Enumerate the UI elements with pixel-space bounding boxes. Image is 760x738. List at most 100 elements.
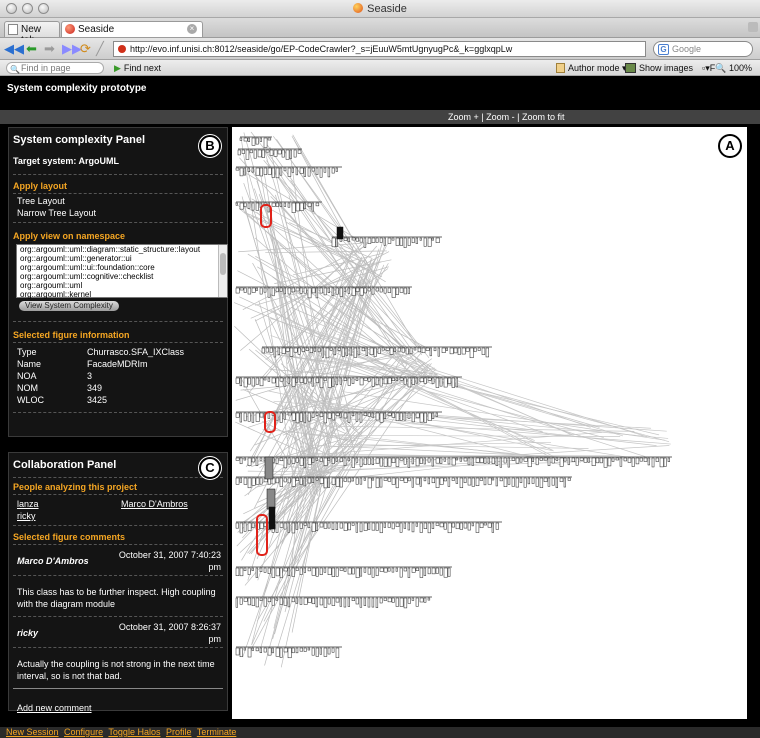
class-node[interactable] xyxy=(315,167,319,175)
class-node[interactable] xyxy=(347,377,351,386)
class-node[interactable] xyxy=(363,457,367,465)
class-node[interactable] xyxy=(327,567,332,575)
class-node[interactable] xyxy=(385,347,390,351)
class-node[interactable] xyxy=(275,377,280,387)
class-node[interactable] xyxy=(611,457,615,462)
class-node[interactable] xyxy=(523,477,527,488)
class-node[interactable] xyxy=(249,149,253,154)
class-node[interactable] xyxy=(279,377,284,382)
class-node[interactable] xyxy=(379,522,383,534)
class-node[interactable] xyxy=(279,412,283,423)
class-node[interactable] xyxy=(475,477,480,486)
class-node[interactable] xyxy=(279,567,283,579)
class-node[interactable] xyxy=(559,457,564,467)
class-node[interactable] xyxy=(443,522,447,530)
class-node[interactable] xyxy=(495,522,499,530)
class-node[interactable] xyxy=(391,597,395,603)
class-node[interactable] xyxy=(281,347,286,354)
class-node[interactable] xyxy=(311,567,316,576)
class-node[interactable] xyxy=(307,477,312,484)
class-node[interactable] xyxy=(253,149,257,159)
class-node[interactable] xyxy=(235,457,240,461)
class-node[interactable] xyxy=(259,377,264,387)
class-node[interactable] xyxy=(559,477,564,482)
class-node[interactable] xyxy=(271,167,275,178)
class-node[interactable] xyxy=(247,522,252,531)
class-node[interactable] xyxy=(299,457,304,466)
class-node[interactable] xyxy=(315,287,319,299)
class-node[interactable] xyxy=(431,522,435,529)
class-node[interactable] xyxy=(335,522,339,530)
class-node[interactable] xyxy=(387,522,391,528)
class-node[interactable] xyxy=(355,412,359,422)
class-node[interactable] xyxy=(265,347,269,353)
class-node[interactable] xyxy=(431,412,435,419)
class-node[interactable] xyxy=(335,567,339,577)
class-node[interactable] xyxy=(379,477,383,488)
class-node[interactable] xyxy=(307,412,311,422)
class-node[interactable] xyxy=(343,287,347,292)
class-node[interactable] xyxy=(293,149,297,158)
class-node[interactable] xyxy=(313,347,317,352)
class-node[interactable] xyxy=(335,457,338,462)
class-node[interactable] xyxy=(373,347,377,357)
class-node[interactable] xyxy=(351,412,355,417)
class-node[interactable] xyxy=(239,137,243,141)
class-node[interactable] xyxy=(439,522,444,528)
class-node[interactable] xyxy=(587,457,590,463)
class-node[interactable] xyxy=(251,377,255,387)
namespace-option[interactable]: org::argouml::uml::cognitive::checklist xyxy=(17,272,227,281)
class-node[interactable] xyxy=(419,597,424,603)
class-node[interactable] xyxy=(331,457,335,464)
class-node[interactable] xyxy=(295,567,299,571)
class-node[interactable] xyxy=(351,522,355,526)
class-node[interactable] xyxy=(403,567,407,572)
class-node[interactable] xyxy=(315,457,319,461)
class-node[interactable] xyxy=(259,597,263,601)
class-node[interactable] xyxy=(299,167,304,174)
class-node[interactable] xyxy=(419,457,423,464)
add-comment-link[interactable]: Add new comment xyxy=(17,703,92,713)
class-node[interactable] xyxy=(343,567,347,572)
class-node[interactable] xyxy=(323,412,328,424)
class-node[interactable] xyxy=(415,597,419,607)
class-node[interactable] xyxy=(375,522,379,531)
class-node[interactable] xyxy=(475,457,480,463)
class-node[interactable] xyxy=(427,522,431,534)
class-node[interactable] xyxy=(457,347,461,355)
class-node[interactable] xyxy=(323,377,327,381)
class-node[interactable] xyxy=(397,347,401,352)
class-node[interactable] xyxy=(485,347,489,358)
class-node[interactable] xyxy=(255,597,259,608)
class-node[interactable] xyxy=(423,522,427,529)
back-arrow-icon[interactable]: ⬅ xyxy=(26,42,37,55)
class-node[interactable] xyxy=(383,412,387,419)
class-node[interactable] xyxy=(359,412,363,423)
class-node[interactable] xyxy=(315,477,319,481)
class-node[interactable] xyxy=(279,202,282,207)
class-node[interactable] xyxy=(603,457,608,468)
class-node[interactable] xyxy=(259,412,264,418)
class-node[interactable] xyxy=(267,137,272,141)
class-node[interactable] xyxy=(359,522,363,533)
class-node[interactable] xyxy=(279,647,283,658)
class-node[interactable] xyxy=(339,457,343,463)
class-node[interactable] xyxy=(433,347,437,352)
find-next-button[interactable]: ▶ Find next xyxy=(114,62,161,74)
class-node[interactable] xyxy=(531,457,535,462)
class-node[interactable] xyxy=(445,347,448,351)
class-node[interactable] xyxy=(323,567,327,573)
class-node[interactable] xyxy=(407,237,411,246)
person-link[interactable]: lanza xyxy=(17,499,39,509)
class-node[interactable] xyxy=(299,647,304,652)
class-node[interactable] xyxy=(487,477,492,485)
class-node[interactable] xyxy=(331,477,336,485)
class-node[interactable] xyxy=(315,522,318,531)
class-node[interactable] xyxy=(471,457,474,466)
class-node[interactable] xyxy=(423,377,427,384)
url-field[interactable]: http://evo.inf.unisi.ch:8012/seaside/go/… xyxy=(113,41,646,57)
class-node[interactable] xyxy=(495,477,498,487)
class-node[interactable] xyxy=(327,167,331,178)
class-node[interactable] xyxy=(267,167,272,175)
class-node[interactable] xyxy=(367,597,371,608)
